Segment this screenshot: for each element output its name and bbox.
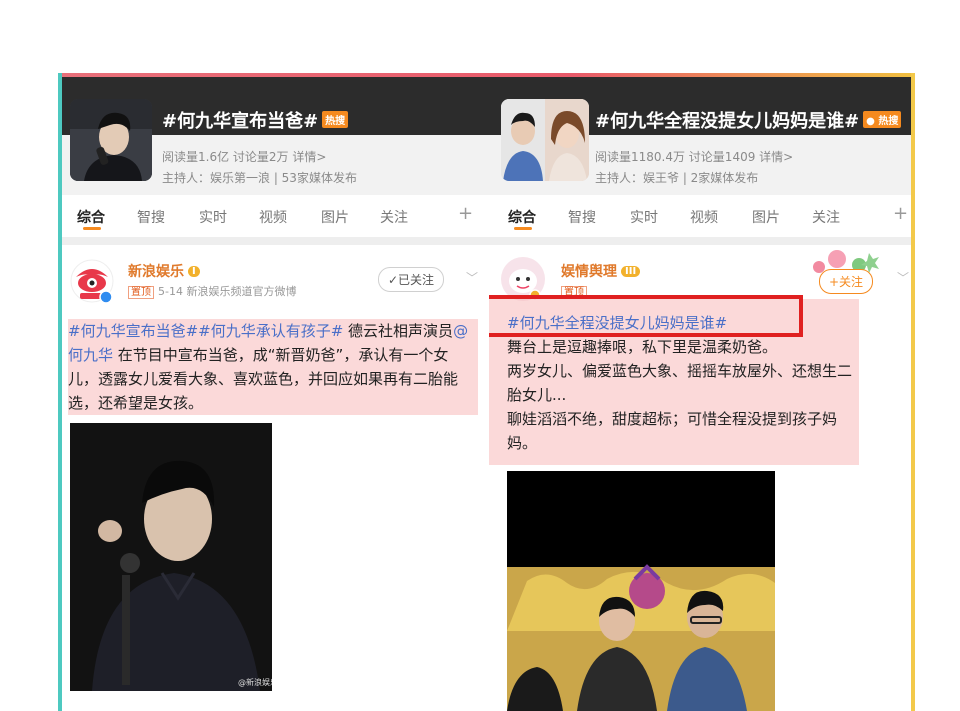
- hot-badge: ● 热搜: [863, 111, 902, 128]
- tab-following[interactable]: 关注: [380, 207, 408, 227]
- followed-button[interactable]: ✓已关注: [378, 267, 445, 292]
- topic-header: #何九华宣布当爸# 热搜 阅读量1.6亿 讨论量2万 详情> 主持人：娱乐第一浪 …: [62, 77, 489, 195]
- talkshow-video-image: [507, 471, 775, 711]
- hot-badge: 热搜: [322, 111, 349, 128]
- tab-video[interactable]: 视频: [259, 207, 287, 227]
- post-photo[interactable]: @新浪娱乐: [70, 423, 272, 691]
- post-line-3: 聊娃滔滔不绝，甜度超标；可惜全程没提到孩子妈妈。: [507, 410, 838, 452]
- pinned-badge: 置顶: [128, 286, 154, 299]
- left-topic-panel: #何九华宣布当爸# 热搜 阅读量1.6亿 讨论量2万 详情> 主持人：娱乐第一浪 …: [62, 77, 489, 711]
- weibo-post: 新浪娱乐 I 置顶 5-14 新浪娱乐频道官方微博 ✓已关注 ﹀ #何九华宣布当爸#…: [62, 245, 489, 711]
- photo-watermark: @新浪娱乐: [238, 677, 272, 687]
- chevron-down-icon[interactable]: ﹀: [897, 269, 909, 286]
- topic-tabs: 综合 智搜 实时 视频 图片 关注 +: [489, 195, 911, 237]
- post-line-1: 舞台上是逗趣捧哏，私下里是温柔奶爸。: [507, 338, 778, 356]
- active-tab-underline: [83, 227, 101, 230]
- topic-title-text: #何九华宣布当爸#: [162, 111, 319, 132]
- topic-title-text: #何九华全程没提女儿妈妈是谁#: [595, 111, 860, 132]
- weibo-post: 娱情舆理 III 置顶 +关注 ﹀ #何九华全程没提女儿妈妈是谁# 舞台上是逗趣捧…: [489, 245, 911, 711]
- tab-following[interactable]: 关注: [812, 207, 840, 227]
- follow-button[interactable]: +关注: [819, 269, 874, 294]
- post-line-2: 两岁女儿、偏爱蓝色大象、摇摇车放屋外、还想生二胎女儿...: [507, 362, 853, 404]
- member-level-badge: I: [188, 266, 200, 277]
- topic-title[interactable]: #何九华宣布当爸# 热搜: [162, 107, 349, 133]
- topic-stats[interactable]: 阅读量1.6亿 讨论量2万 详情>: [162, 148, 326, 165]
- avatar-portrait-icon: [70, 99, 152, 181]
- tab-smart-search[interactable]: 智搜: [568, 207, 596, 227]
- post-username[interactable]: 娱情舆理 III: [561, 261, 641, 281]
- topic-stats[interactable]: 阅读量1180.4万 讨论量1409 详情>: [595, 148, 793, 165]
- screenshot-frame: #何九华宣布当爸# 热搜 阅读量1.6亿 讨论量2万 详情> 主持人：娱乐第一浪 …: [58, 73, 915, 711]
- tab-video[interactable]: 视频: [690, 207, 718, 227]
- post-username-text: 新浪娱乐: [128, 264, 184, 280]
- post-body: #何九华宣布当爸##何九华承认有孩子# 德云社相声演员@何九华 在节目中宣布当爸…: [68, 319, 478, 415]
- section-separator: [62, 237, 489, 245]
- topic-host: 主持人：娱王爷 | 2家媒体发布: [595, 171, 759, 185]
- post-text-a: 德云社相声演员: [343, 322, 454, 340]
- topic-header: #何九华全程没提女儿妈妈是谁# ● 热搜 阅读量1180.4万 讨论量1409 详…: [489, 77, 911, 195]
- post-meta: 置顶 5-14 新浪娱乐频道官方微博: [128, 283, 296, 299]
- active-tab-underline: [514, 227, 532, 230]
- post-username-text: 娱情舆理: [561, 264, 617, 280]
- chevron-down-icon[interactable]: ﹀: [466, 269, 478, 286]
- tab-realtime[interactable]: 实时: [630, 207, 658, 227]
- performer-photo-image: @新浪娱乐: [70, 423, 272, 691]
- post-video-thumbnail[interactable]: [507, 471, 775, 711]
- add-tab-icon[interactable]: +: [458, 203, 473, 224]
- highlight-red-box: [489, 295, 803, 337]
- post-meta-text: 5-14 新浪娱乐频道官方微博: [158, 285, 297, 298]
- tab-comprehensive[interactable]: 综合: [508, 207, 536, 227]
- right-topic-panel: #何九华全程没提女儿妈妈是谁# ● 热搜 阅读量1180.4万 讨论量1409 详…: [489, 77, 911, 711]
- tab-images[interactable]: 图片: [321, 207, 349, 227]
- section-separator: [489, 237, 911, 245]
- topic-avatar[interactable]: [70, 99, 152, 181]
- post-username[interactable]: 新浪娱乐 I: [128, 261, 200, 281]
- avatar-couple-icon: [501, 99, 589, 181]
- post-text-b: 在节目中宣布当爸，成“新晋奶爸”，承认有一个女儿，透露女儿爱看大象、喜欢蓝色，并…: [68, 346, 459, 412]
- tab-realtime[interactable]: 实时: [199, 207, 227, 227]
- post-hashtags[interactable]: #何九华宣布当爸##何九华承认有孩子#: [68, 322, 343, 340]
- tab-comprehensive[interactable]: 综合: [77, 207, 105, 227]
- topic-title[interactable]: #何九华全程没提女儿妈妈是谁# ● 热搜: [595, 107, 902, 133]
- add-tab-icon[interactable]: +: [893, 203, 908, 224]
- topic-tabs: 综合 智搜 实时 视频 图片 关注 +: [62, 195, 489, 237]
- topic-host: 主持人：娱乐第一浪 | 53家媒体发布: [162, 171, 357, 185]
- member-level-badge: III: [621, 266, 641, 277]
- tab-smart-search[interactable]: 智搜: [137, 207, 165, 227]
- topic-avatar[interactable]: [501, 99, 589, 181]
- right-accent-bar: [911, 73, 915, 711]
- sina-ent-avatar-icon[interactable]: [70, 259, 114, 303]
- tab-images[interactable]: 图片: [752, 207, 780, 227]
